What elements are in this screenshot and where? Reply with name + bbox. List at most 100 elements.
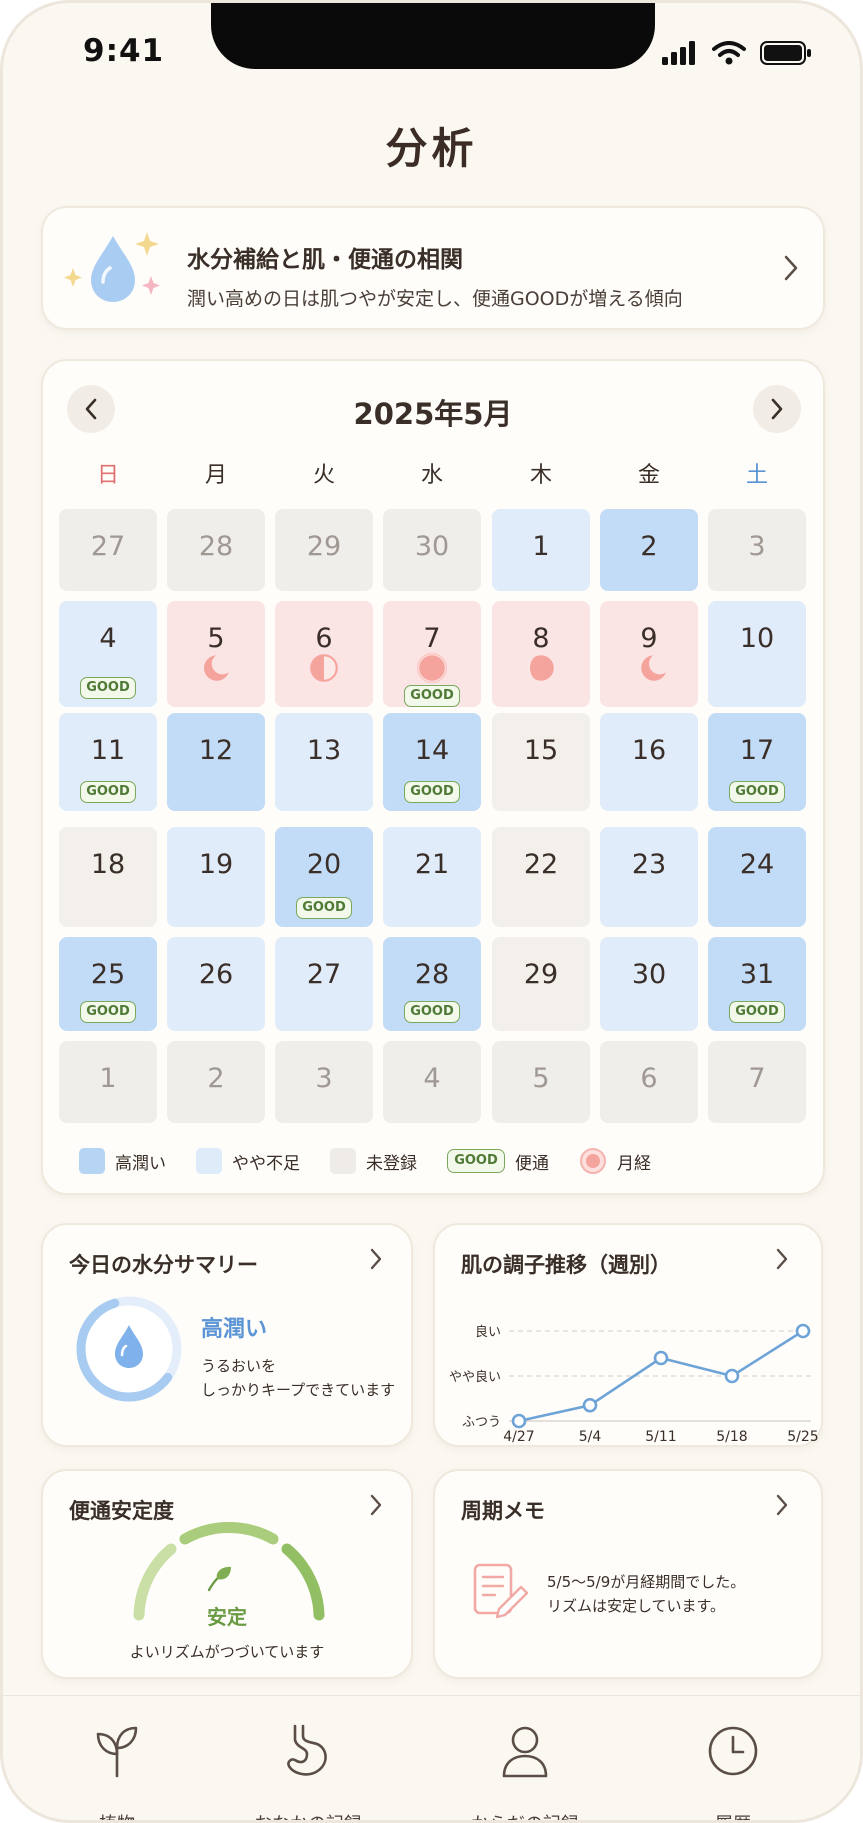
calendar-day-cell[interactable]: 6: [600, 1041, 698, 1123]
calendar-day-cell[interactable]: 1: [59, 1041, 157, 1123]
calendar-day-cell[interactable]: 7: [708, 1041, 806, 1123]
calendar-day-cell[interactable]: 4 GOOD: [59, 601, 157, 707]
calendar-day-cell[interactable]: 2: [167, 1041, 265, 1123]
cycle-memo-card[interactable]: 周期メモ 5/5〜5/9が月経期間でした。 リズムは安定しています。: [433, 1469, 823, 1679]
calendar-day-cell[interactable]: 28 GOOD: [383, 937, 481, 1031]
calendar-day-cell[interactable]: 20 GOOD: [275, 827, 373, 927]
calendar-day-cell[interactable]: 14 GOOD: [383, 713, 481, 811]
day-number: 5: [532, 1063, 550, 1094]
legend-swatch-high: [79, 1148, 105, 1174]
day-number: 23: [631, 849, 667, 880]
cycle-memo-title: 周期メモ: [461, 1499, 545, 1523]
day-number: 27: [90, 531, 126, 562]
calendar-day-cell[interactable]: 27: [59, 509, 157, 591]
chevron-right-icon: [784, 255, 798, 281]
calendar-day-cell[interactable]: 18: [59, 827, 157, 927]
bowel-stability-card[interactable]: 便通安定度 安定 よいリズムがつづいています: [41, 1469, 413, 1679]
calendar-day-cell[interactable]: 5: [167, 601, 265, 707]
weekday-label: 月: [204, 463, 227, 488]
day-number: 12: [198, 735, 234, 766]
calendar-day-cell[interactable]: 13: [275, 713, 373, 811]
day-number: 14: [414, 735, 450, 766]
skin-trend-card[interactable]: 肌の調子推移（週別） ふつう やや良い 良い 4/27 5/4 5/11 5/18 5/25: [433, 1223, 823, 1447]
day-number: 7: [748, 1063, 766, 1094]
day-number: 16: [631, 735, 667, 766]
good-badge: GOOD: [729, 1001, 785, 1023]
calendar-day-cell[interactable]: 7 GOOD: [383, 601, 481, 707]
hydration-ring-icon: [76, 1296, 182, 1402]
calendar-day-cell[interactable]: 4: [383, 1041, 481, 1123]
day-number: 22: [523, 849, 559, 880]
skin-trend-title: 肌の調子推移（週別）: [461, 1253, 671, 1277]
insight-subtitle: 潤い高めの日は肌つやが安定し、便通GOODが増える傾向: [187, 288, 683, 310]
day-number: 2: [640, 531, 658, 562]
calendar-day-cell[interactable]: 3: [708, 509, 806, 591]
day-number: 1: [532, 531, 550, 562]
calendar-day-cell[interactable]: 9: [600, 601, 698, 707]
day-number: 21: [414, 849, 450, 880]
day-number: 10: [739, 623, 775, 654]
y-tick-label: 良い: [475, 1324, 501, 1340]
calendar-day-cell[interactable]: 24: [708, 827, 806, 927]
calendar-day-cell[interactable]: 29: [492, 937, 590, 1031]
status-time: 9:41: [83, 33, 165, 69]
calendar-day-cell[interactable]: 2: [600, 509, 698, 591]
x-tick-label: 5/18: [716, 1429, 747, 1445]
calendar-day-cell[interactable]: 11 GOOD: [59, 713, 157, 811]
day-number: 25: [90, 959, 126, 990]
calendar-day-cell[interactable]: 26: [167, 937, 265, 1031]
legend-good-label: 便通: [515, 1153, 549, 1174]
chevron-right-icon: [771, 398, 783, 420]
calendar-day-cell[interactable]: 30: [383, 509, 481, 591]
tab-bar: 植物 おなかの記録 からだの記録 履歴: [3, 1695, 860, 1820]
legend-low: やや不足: [232, 1153, 300, 1174]
y-tick-label: やや良い: [449, 1369, 501, 1385]
day-number: 17: [739, 735, 775, 766]
water-summary-card[interactable]: 今日の水分サマリー 高潤い うるおいを しっかりキープできています: [41, 1223, 413, 1447]
calendar-day-cell[interactable]: 21: [383, 827, 481, 927]
calendar-day-cell[interactable]: 1: [492, 509, 590, 591]
calendar-day-cell[interactable]: 15: [492, 713, 590, 811]
calendar-day-cell[interactable]: 29: [275, 509, 373, 591]
period-dot-icon: [580, 1148, 606, 1174]
calendar-day-cell[interactable]: 3: [275, 1041, 373, 1123]
calendar-day-cell[interactable]: 17 GOOD: [708, 713, 806, 811]
calendar-day-cell[interactable]: 16: [600, 713, 698, 811]
tab-body-label: からだの記録: [435, 1810, 615, 1820]
calendar-day-cell[interactable]: 12: [167, 713, 265, 811]
calendar-day-cell[interactable]: 10: [708, 601, 806, 707]
legend-period: 月経: [617, 1153, 651, 1174]
calendar-day-cell[interactable]: 30: [600, 937, 698, 1031]
calendar-day-cell[interactable]: 5: [492, 1041, 590, 1123]
calendar-day-cell[interactable]: 31 GOOD: [708, 937, 806, 1031]
legend-good-badge: GOOD: [447, 1149, 505, 1173]
clock-icon: [708, 1726, 758, 1776]
moon-phase-icon: [203, 655, 229, 681]
chevron-right-icon: [370, 1248, 382, 1270]
weekday-label: 木: [529, 463, 552, 488]
person-icon: [502, 1726, 548, 1778]
calendar-day-cell[interactable]: 6: [275, 601, 373, 707]
data-point: [653, 1350, 669, 1366]
calendar-day-cell[interactable]: 8: [492, 601, 590, 707]
hydration-status: 高潤い: [201, 1317, 268, 1342]
insight-card[interactable]: 水分補給と肌・便通の相関 潤い高めの日は肌つやが安定し、便通GOODが増える傾向: [41, 206, 825, 330]
good-badge: GOOD: [80, 781, 136, 803]
calendar-day-cell[interactable]: 28: [167, 509, 265, 591]
good-badge: GOOD: [404, 1001, 460, 1023]
calendar-day-cell[interactable]: 22: [492, 827, 590, 927]
status-icons: [662, 41, 812, 65]
good-badge: GOOD: [80, 1001, 136, 1023]
calendar-day-cell[interactable]: 19: [167, 827, 265, 927]
calendar-day-cell[interactable]: 23: [600, 827, 698, 927]
legend-unregistered: 未登録: [366, 1153, 417, 1174]
hydration-message-line1: うるおいを: [201, 1357, 277, 1375]
x-tick-label: 5/4: [579, 1429, 602, 1445]
series-line: [518, 1329, 804, 1423]
x-tick-label: 4/27: [503, 1429, 534, 1445]
day-number: 4: [423, 1063, 441, 1094]
calendar-day-cell[interactable]: 25 GOOD: [59, 937, 157, 1031]
day-number: 9: [640, 623, 658, 654]
next-month-button[interactable]: [753, 385, 801, 433]
calendar-day-cell[interactable]: 27: [275, 937, 373, 1031]
